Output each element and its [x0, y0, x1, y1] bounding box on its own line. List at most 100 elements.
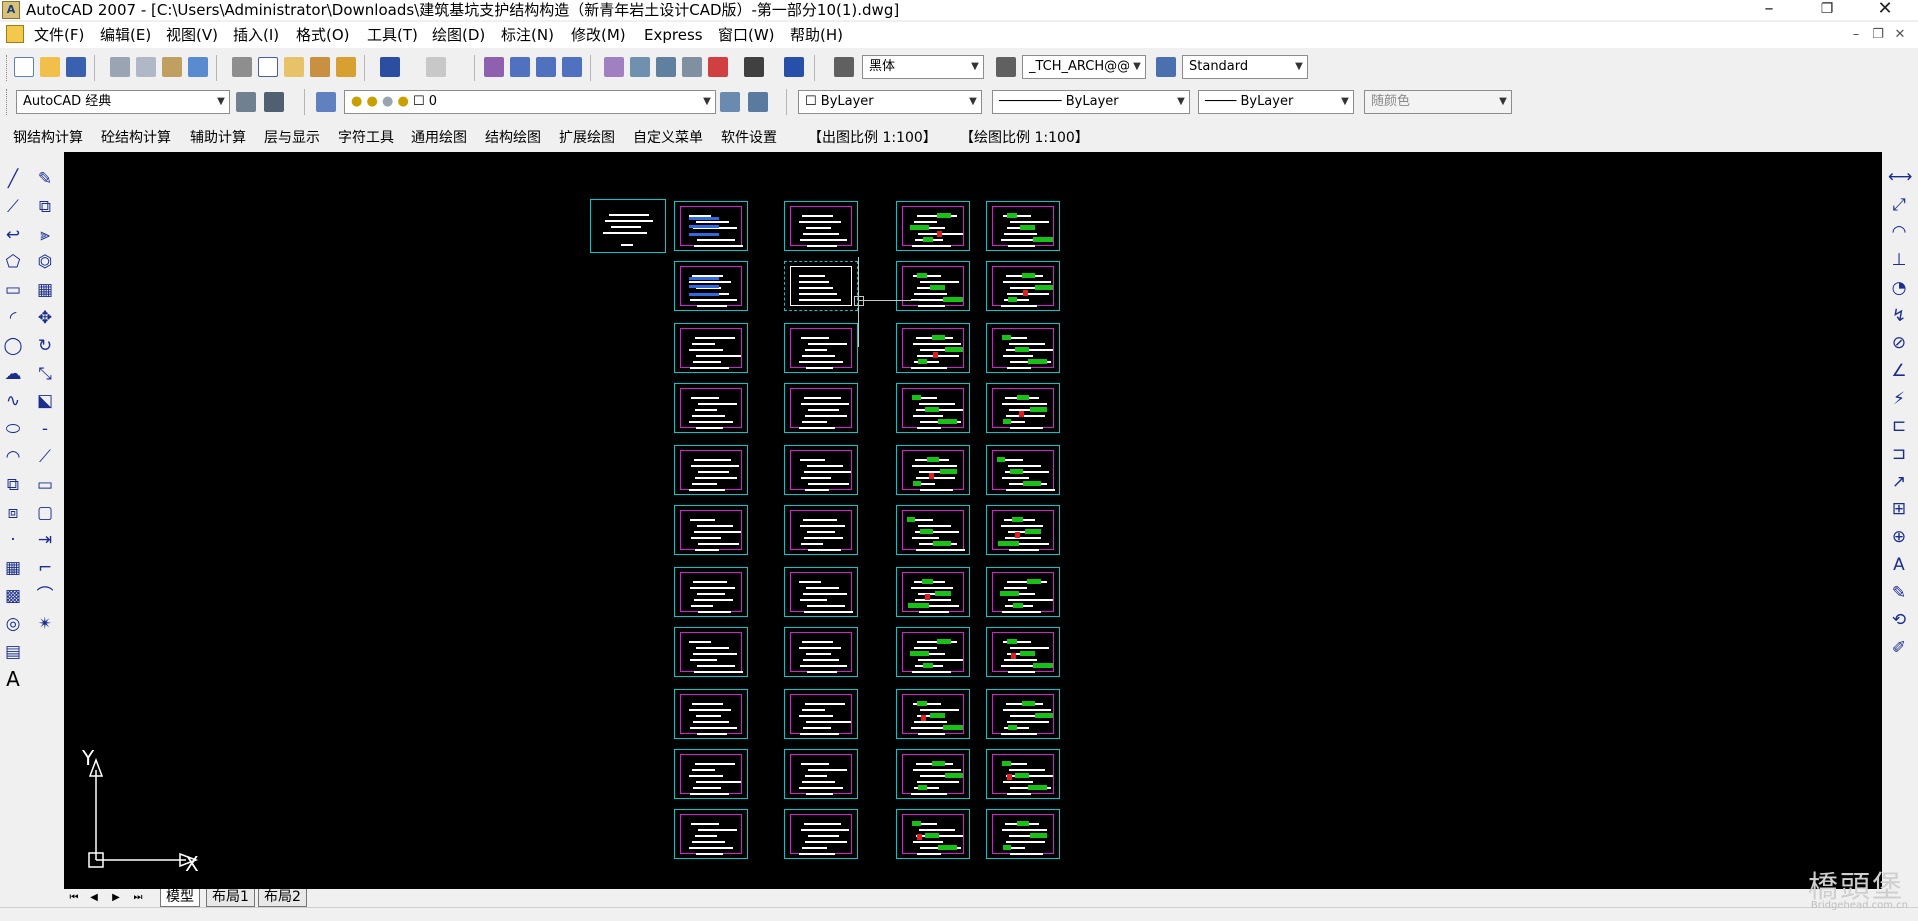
menu-view[interactable]: 视图(V): [166, 24, 218, 46]
line-icon[interactable]: ╱: [2, 168, 24, 190]
open-file-icon[interactable]: [40, 57, 60, 77]
pan-icon[interactable]: [484, 57, 504, 77]
construction-line-icon[interactable]: ⟋: [2, 196, 24, 218]
plugin-text-tools[interactable]: 字符工具: [338, 127, 394, 149]
plugin-general-draw[interactable]: 通用绘图: [411, 127, 467, 149]
menu-edit[interactable]: 编辑(E): [100, 24, 151, 46]
join-icon[interactable]: ⇥: [34, 529, 56, 551]
make-current-layer-icon[interactable]: [720, 92, 740, 112]
calculator-icon[interactable]: [744, 57, 764, 77]
drawing-sheet[interactable]: [784, 383, 858, 433]
linetype-select[interactable]: ──────── ByLayer ▼: [992, 90, 1190, 114]
quick-leader-icon[interactable]: ↗: [1888, 471, 1910, 493]
multiline-text-icon[interactable]: A: [2, 668, 24, 690]
drawing-sheet[interactable]: [896, 689, 970, 739]
close-icon[interactable]: ✕: [1862, 0, 1908, 20]
plot-icon[interactable]: [110, 57, 130, 77]
prev-tab-icon[interactable]: ◀: [86, 890, 102, 906]
workspace-select[interactable]: AutoCAD 经典 ▼: [16, 90, 230, 114]
model-space-canvas[interactable]: Y X: [64, 152, 1882, 889]
menu-format[interactable]: 格式(O): [296, 24, 350, 46]
lineweight-select[interactable]: ──── ByLayer ▼: [1198, 90, 1354, 114]
region-icon[interactable]: ◎: [2, 613, 24, 635]
tab-layout1[interactable]: 布局1: [206, 889, 255, 907]
dim-update-icon[interactable]: ⟲: [1888, 609, 1910, 631]
drawing-sheet[interactable]: [784, 749, 858, 799]
new-file-icon[interactable]: [14, 57, 34, 77]
revision-cloud-icon[interactable]: ☁: [2, 363, 24, 385]
trim-icon[interactable]: ‐: [34, 418, 56, 440]
drawing-sheet[interactable]: [896, 567, 970, 617]
plugin-aux-calc[interactable]: 辅助计算: [190, 127, 246, 149]
array-icon[interactable]: ▦: [34, 279, 56, 301]
offset-icon[interactable]: ⏣: [34, 251, 56, 273]
doc-close-icon[interactable]: ✕: [1890, 26, 1910, 44]
tab-layout2[interactable]: 布局2: [258, 889, 307, 907]
text-style-select[interactable]: 黑体 ▼: [862, 55, 984, 79]
table-style-select[interactable]: Standard ▼: [1182, 55, 1308, 79]
drawing-sheet[interactable]: [986, 689, 1060, 739]
jogged-dim-icon[interactable]: ↯: [1888, 305, 1910, 327]
polygon-icon[interactable]: ⬠: [2, 251, 24, 273]
arc-icon[interactable]: ◜: [2, 307, 24, 329]
doc-minimize-icon[interactable]: –: [1846, 26, 1866, 44]
break-at-point-icon[interactable]: ▭: [34, 474, 56, 496]
extend-icon[interactable]: ⟋: [34, 446, 56, 468]
menu-modify[interactable]: 修改(M): [571, 24, 626, 46]
minimize-icon[interactable]: –: [1746, 0, 1792, 20]
scale-icon[interactable]: ⤡: [34, 363, 56, 385]
menu-window[interactable]: 窗口(W): [718, 24, 775, 46]
drawing-sheet[interactable]: [674, 689, 748, 739]
aligned-dim-icon[interactable]: ⤢: [1888, 194, 1910, 216]
tab-model[interactable]: 模型: [160, 889, 200, 907]
tool-palettes-icon[interactable]: [656, 57, 676, 77]
drawing-sheet[interactable]: [986, 201, 1060, 251]
move-icon[interactable]: ✥: [34, 307, 56, 329]
drawing-sheet[interactable]: [674, 383, 748, 433]
drawing-sheet[interactable]: [674, 567, 748, 617]
markup-icon[interactable]: [708, 57, 728, 77]
block-editor-icon[interactable]: [336, 57, 356, 77]
arc-length-dim-icon[interactable]: ◠: [1888, 221, 1910, 243]
layer-select[interactable]: ● ● ● ● ☐ 0 ▼: [344, 90, 716, 114]
quick-dim-icon[interactable]: ⚡: [1888, 388, 1910, 410]
plugin-steel-calc[interactable]: 钢结构计算: [13, 127, 83, 149]
point-icon[interactable]: ·: [2, 529, 24, 551]
sheet-set-icon[interactable]: [682, 57, 702, 77]
drawing-scale[interactable]: 【绘图比例 1:100】: [960, 127, 1089, 149]
dim-style-icon[interactable]: ✐: [1888, 637, 1910, 659]
text-style-icon[interactable]: [834, 57, 854, 77]
drawing-sheet[interactable]: [674, 323, 748, 373]
menu-express[interactable]: Express: [644, 24, 703, 46]
plugin-concrete-calc[interactable]: 砼结构计算: [101, 127, 171, 149]
toolbar-grip[interactable]: [6, 89, 10, 115]
ellipse-arc-icon[interactable]: ◠: [2, 446, 24, 468]
paste-icon[interactable]: [284, 57, 304, 77]
mirror-icon[interactable]: ⫸: [34, 224, 56, 246]
plugin-custom-menu[interactable]: 自定义菜单: [633, 127, 703, 149]
menu-help[interactable]: 帮助(H): [790, 24, 843, 46]
copy-icon[interactable]: [258, 57, 278, 77]
gradient-icon[interactable]: ▩: [2, 585, 24, 607]
fillet-icon[interactable]: ⌒: [34, 585, 56, 607]
3d-dwf-icon[interactable]: [188, 57, 208, 77]
erase-icon[interactable]: ✎: [34, 168, 56, 190]
save-icon[interactable]: [66, 57, 86, 77]
drawing-sheet[interactable]: [986, 383, 1060, 433]
drawing-sheet[interactable]: [896, 627, 970, 677]
ordinate-dim-icon[interactable]: ⊥: [1888, 249, 1910, 271]
menu-dimension[interactable]: 标注(N): [501, 24, 554, 46]
continue-dim-icon[interactable]: ⊐: [1888, 443, 1910, 465]
rectangle-icon[interactable]: ▭: [2, 279, 24, 301]
diameter-dim-icon[interactable]: ⊘: [1888, 332, 1910, 354]
drawing-sheet[interactable]: [674, 809, 748, 859]
color-select[interactable]: ☐ ByLayer ▼: [798, 90, 982, 114]
drawing-sheet[interactable]: [784, 627, 858, 677]
rotate-icon[interactable]: ↻: [34, 335, 56, 357]
linear-dim-icon[interactable]: ⟷: [1888, 166, 1912, 188]
menu-file[interactable]: 文件(F): [34, 24, 84, 46]
break-icon[interactable]: ▢: [34, 502, 56, 524]
design-center-icon[interactable]: [630, 57, 650, 77]
drawing-sheet[interactable]: [784, 445, 858, 495]
drawing-sheet[interactable]: [784, 505, 858, 555]
